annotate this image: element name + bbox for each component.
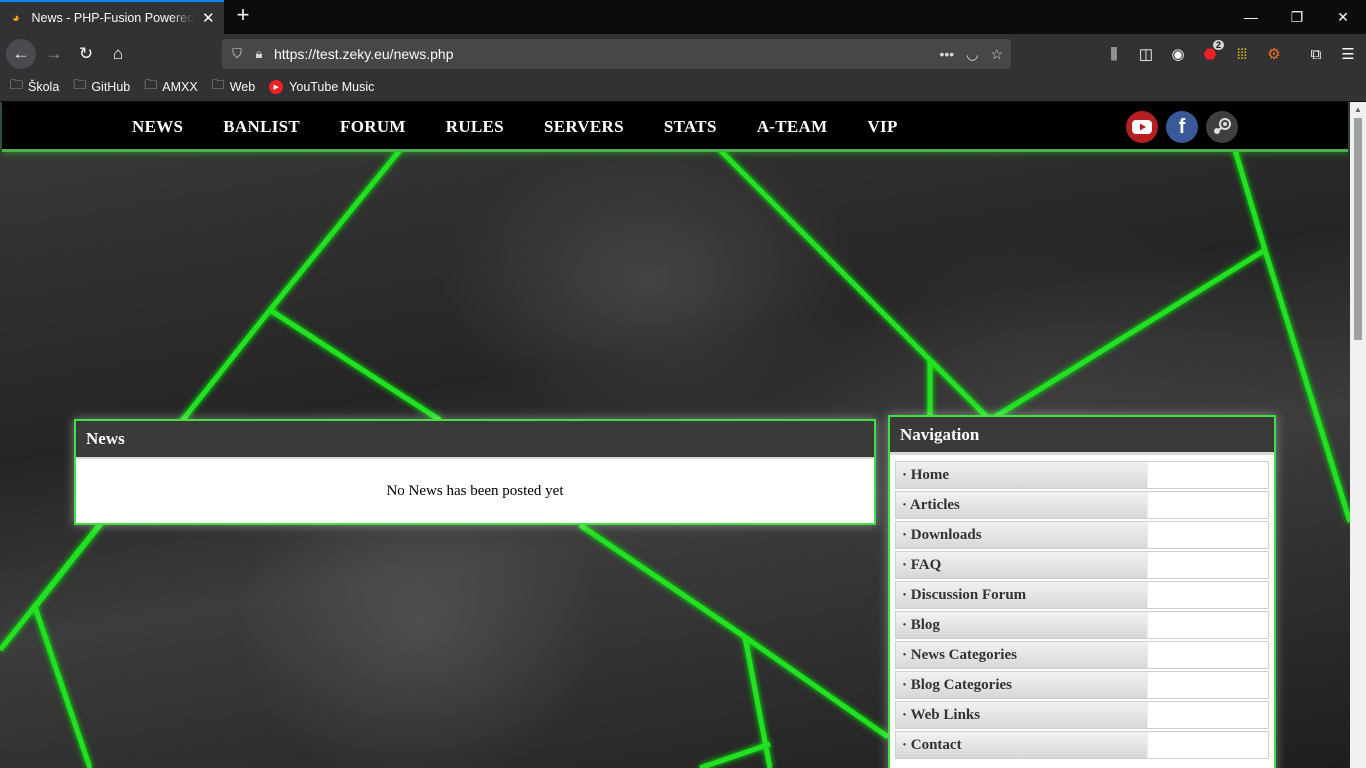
navigation-item-blog[interactable]: · Blog bbox=[895, 611, 1269, 639]
bookmark-web[interactable]: 🗀 Web bbox=[212, 76, 256, 98]
pocket-icon[interactable]: ◡ bbox=[966, 46, 978, 63]
news-panel-header: News bbox=[76, 421, 874, 459]
back-button[interactable]: ← bbox=[6, 39, 36, 69]
bookmarks-bar: 🗀 Škola 🗀 GitHub 🗀 AMXX 🗀 Web ▶ YouTube Music bbox=[0, 72, 1366, 102]
nav-servers[interactable]: SERVERS bbox=[544, 117, 624, 137]
php-fusion-favicon-icon: ◕ bbox=[11, 10, 20, 25]
nav-stats[interactable]: STATS bbox=[664, 117, 717, 137]
navigation-panel: Navigation · Home · Articles · Downloads… bbox=[888, 415, 1276, 768]
close-window-button[interactable]: ✕ bbox=[1320, 0, 1366, 34]
page-viewport: NEWS BANLIST FORUM RULES SERVERS STATS A… bbox=[0, 102, 1350, 768]
youtube-icon[interactable] bbox=[1126, 111, 1158, 143]
tab-bar: ◕ News - PHP-Fusion Powered Website ✕ + … bbox=[0, 0, 1366, 34]
navigation-item-articles[interactable]: · Articles bbox=[895, 491, 1269, 519]
nav-a-team[interactable]: A-TEAM bbox=[757, 117, 828, 137]
site-header: NEWS BANLIST FORUM RULES SERVERS STATS A… bbox=[2, 102, 1348, 152]
navigation-panel-header: Navigation bbox=[890, 417, 1274, 455]
bookmark-youtube-music[interactable]: ▶ YouTube Music bbox=[269, 79, 374, 94]
steam-icon[interactable] bbox=[1206, 111, 1238, 143]
folder-icon: 🗀 bbox=[211, 76, 225, 92]
navigation-panel-title: Navigation bbox=[900, 424, 980, 444]
menu-icon[interactable]: ☰ bbox=[1332, 39, 1364, 69]
folder-icon: 🗀 bbox=[73, 76, 87, 92]
new-tab-button[interactable]: + bbox=[231, 4, 255, 28]
bookmark-github[interactable]: 🗀 GitHub bbox=[73, 76, 130, 98]
reload-button[interactable]: ↻ bbox=[71, 39, 101, 69]
settings-extension-icon[interactable]: ⚙ bbox=[1258, 39, 1290, 69]
extensions-icon[interactable]: ⧉ bbox=[1300, 39, 1332, 69]
extension-badge: 2 bbox=[1212, 40, 1224, 50]
navigation-item-contact[interactable]: · Contact bbox=[895, 731, 1269, 759]
news-panel-title: News bbox=[86, 429, 125, 448]
navigation-item-faq[interactable]: · FAQ bbox=[895, 551, 1269, 579]
url-bar[interactable]: ⛉ 🔒︎ https://test.zeky.eu/news.php ••• ◡… bbox=[222, 39, 1011, 69]
bookmark-star-icon[interactable]: ☆ bbox=[990, 46, 1003, 63]
navigation-item-web-links[interactable]: · Web Links bbox=[895, 701, 1269, 729]
navigation-item-news-categories[interactable]: · News Categories bbox=[895, 641, 1269, 669]
navigation-item-home[interactable]: · Home bbox=[895, 461, 1269, 489]
navigation-item-discussion-forum[interactable]: · Discussion Forum bbox=[895, 581, 1269, 609]
scrollbar-thumb[interactable] bbox=[1354, 118, 1362, 340]
close-tab-icon[interactable]: ✕ bbox=[200, 9, 216, 27]
account-icon[interactable]: ◉ bbox=[1162, 39, 1194, 69]
navigation-item-blog-categories[interactable]: · Blog Categories bbox=[895, 671, 1269, 699]
nav-banlist[interactable]: BANLIST bbox=[223, 117, 300, 137]
tab-title: News - PHP-Fusion Powered Website bbox=[31, 11, 195, 25]
restore-button[interactable]: ❐ bbox=[1274, 0, 1320, 34]
minimize-button[interactable]: — bbox=[1228, 0, 1274, 34]
nav-vip[interactable]: VIP bbox=[867, 117, 897, 137]
library-icon[interactable]: ⫼ bbox=[1098, 39, 1130, 69]
scroll-up-arrow-icon[interactable]: ▲ bbox=[1350, 102, 1366, 118]
social-links: f bbox=[1126, 111, 1238, 143]
tab-active[interactable]: ◕ News - PHP-Fusion Powered Website ✕ bbox=[0, 0, 224, 34]
folder-icon: 🗀 bbox=[10, 76, 24, 92]
nav-forum[interactable]: FORUM bbox=[340, 117, 406, 137]
page-scrollbar[interactable]: ▲ bbox=[1350, 102, 1366, 768]
home-button[interactable]: ⌂ bbox=[103, 39, 133, 69]
navigation-list: · Home · Articles · Downloads · FAQ · Di… bbox=[890, 455, 1274, 759]
navigation-item-downloads[interactable]: · Downloads bbox=[895, 521, 1269, 549]
sidebar-icon[interactable]: ◫ bbox=[1130, 39, 1162, 69]
equalizer-extension-icon[interactable]: ⦙⦙⦙ bbox=[1226, 39, 1258, 69]
shield-icon[interactable]: ⛉ bbox=[226, 46, 248, 62]
news-empty-message: No News has been posted yet bbox=[386, 482, 564, 499]
youtube-music-icon: ▶ bbox=[269, 79, 284, 94]
nav-rules[interactable]: RULES bbox=[446, 117, 504, 137]
facebook-icon[interactable]: f bbox=[1166, 111, 1198, 143]
url-text[interactable]: https://test.zeky.eu/news.php bbox=[274, 46, 940, 62]
forward-button[interactable]: → bbox=[39, 39, 69, 69]
news-panel: News No News has been posted yet bbox=[74, 419, 876, 525]
ublock-extension-icon[interactable]: ⬣ 2 bbox=[1194, 39, 1226, 69]
bookmark-amxx[interactable]: 🗀 AMXX bbox=[144, 76, 197, 98]
news-panel-body: No News has been posted yet bbox=[76, 459, 874, 523]
page-actions-icon[interactable]: ••• bbox=[940, 46, 955, 63]
lock-icon[interactable]: 🔒︎ bbox=[248, 46, 270, 62]
browser-toolbar: ← → ↻ ⌂ ⛉ 🔒︎ https://test.zeky.eu/news.p… bbox=[0, 34, 1366, 72]
site-nav: NEWS BANLIST FORUM RULES SERVERS STATS A… bbox=[132, 102, 938, 152]
bookmark-skola[interactable]: 🗀 Škola bbox=[10, 76, 59, 98]
folder-icon: 🗀 bbox=[144, 76, 158, 92]
nav-news[interactable]: NEWS bbox=[132, 117, 183, 137]
